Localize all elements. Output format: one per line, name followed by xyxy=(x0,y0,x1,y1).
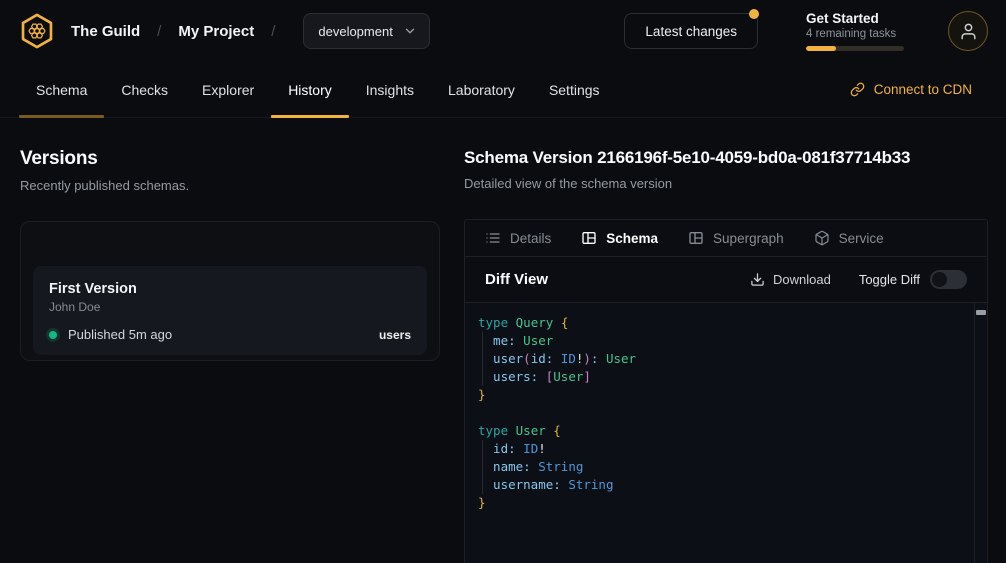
target-selector[interactable]: development xyxy=(303,13,429,49)
schema-version-title: Schema Version 2166196f-5e10-4059-bd0a-0… xyxy=(464,148,988,168)
version-list-item[interactable]: First Version John Doe Published 5m ago … xyxy=(33,266,427,355)
code-line: me: User xyxy=(478,332,963,350)
code-line: } xyxy=(478,494,963,512)
hive-logo-icon[interactable] xyxy=(18,12,56,50)
versions-title: Versions xyxy=(20,148,440,170)
link-icon xyxy=(850,82,865,97)
versions-column: Versions Recently published schemas. Fir… xyxy=(20,148,440,563)
tab-schema[interactable]: Schema xyxy=(19,62,104,117)
code-line: type Query { xyxy=(478,314,963,332)
cube-icon xyxy=(814,230,830,246)
versions-card: First Version John Doe Published 5m ago … xyxy=(20,221,440,361)
panel-tab-service[interactable]: Service xyxy=(814,230,884,246)
target-selector-value: development xyxy=(318,24,392,39)
tab-history[interactable]: History xyxy=(271,62,349,117)
version-service-badge: users xyxy=(379,328,411,342)
app-header: The Guild / My Project / development Lat… xyxy=(0,0,1006,62)
get-started-widget[interactable]: Get Started 4 remaining tasks xyxy=(806,11,904,51)
code-line: } xyxy=(478,386,963,404)
diff-toolbar: Diff View Download Toggle Diff xyxy=(465,257,987,303)
tab-laboratory[interactable]: Laboratory xyxy=(431,62,532,117)
code-line: username: String xyxy=(478,476,963,494)
get-started-subtitle: 4 remaining tasks xyxy=(806,28,904,40)
connect-cdn-link[interactable]: Connect to CDN xyxy=(850,62,972,117)
panel-tab-label: Supergraph xyxy=(713,231,784,246)
panel-tab-label: Details xyxy=(510,231,551,246)
columns-icon xyxy=(581,230,597,246)
user-icon xyxy=(959,22,978,41)
list-icon xyxy=(485,230,501,246)
toggle-diff-control: Toggle Diff xyxy=(859,270,967,289)
latest-changes-button[interactable]: Latest changes xyxy=(624,13,758,49)
code-line: users: [User] xyxy=(478,368,963,386)
columns-icon xyxy=(688,230,704,246)
schema-code-viewer[interactable]: type Query { me: User user(id: ID!): Use… xyxy=(465,303,987,563)
chevron-down-icon xyxy=(403,24,417,38)
code-line: name: String xyxy=(478,458,963,476)
main-content: Versions Recently published schemas. Fir… xyxy=(0,118,1006,563)
panel-tab-label: Schema xyxy=(606,231,658,246)
download-icon xyxy=(750,272,765,287)
code-line xyxy=(478,404,963,422)
switch-knob xyxy=(932,272,947,287)
panel-tab-details[interactable]: Details xyxy=(485,230,551,246)
latest-changes-label: Latest changes xyxy=(645,24,737,39)
panel-tab-supergraph[interactable]: Supergraph xyxy=(688,230,784,246)
code-lines: type Query { me: User user(id: ID!): Use… xyxy=(478,314,963,512)
breadcrumb-separator: / xyxy=(271,23,275,40)
connect-cdn-label: Connect to CDN xyxy=(874,82,972,97)
versions-subtitle: Recently published schemas. xyxy=(20,178,440,193)
code-scrollbar-thumb[interactable] xyxy=(976,310,986,315)
toggle-diff-label: Toggle Diff xyxy=(859,272,920,287)
breadcrumb: The Guild / My Project / xyxy=(71,23,275,40)
diff-actions: Download Toggle Diff xyxy=(750,270,967,289)
panel-tab-schema[interactable]: Schema xyxy=(581,230,658,246)
code-line: type User { xyxy=(478,422,963,440)
tab-insights[interactable]: Insights xyxy=(349,62,431,117)
panel-tabs: Details Schema Sup xyxy=(465,220,987,257)
code-scrollbar[interactable] xyxy=(974,303,987,563)
breadcrumb-org[interactable]: The Guild xyxy=(71,23,140,40)
code-line: id: ID! xyxy=(478,440,963,458)
schema-version-subtitle: Detailed view of the schema version xyxy=(464,176,988,191)
get-started-title: Get Started xyxy=(806,11,904,26)
tab-checks[interactable]: Checks xyxy=(104,62,185,117)
user-avatar[interactable] xyxy=(948,11,988,51)
version-status: Published 5m ago xyxy=(68,327,172,342)
breadcrumb-separator: / xyxy=(157,23,161,40)
breadcrumb-project[interactable]: My Project xyxy=(178,23,254,40)
tab-settings[interactable]: Settings xyxy=(532,62,617,117)
notification-dot xyxy=(749,9,759,19)
toggle-diff-switch[interactable] xyxy=(930,270,967,289)
main-nav: Schema Checks Explorer History Insights … xyxy=(0,62,1006,118)
get-started-progress xyxy=(806,46,904,51)
tab-explorer[interactable]: Explorer xyxy=(185,62,271,117)
download-label: Download xyxy=(773,272,831,287)
diff-view-title: Diff View xyxy=(485,271,548,288)
version-author: John Doe xyxy=(49,300,411,314)
schema-version-column: Schema Version 2166196f-5e10-4059-bd0a-0… xyxy=(464,148,988,563)
published-status-icon xyxy=(49,331,57,339)
code-line: user(id: ID!): User xyxy=(478,350,963,368)
get-started-progress-fill xyxy=(806,46,836,51)
schema-version-panel: Details Schema Sup xyxy=(464,219,988,563)
download-button[interactable]: Download xyxy=(750,272,831,287)
version-name: First Version xyxy=(49,281,411,297)
panel-tab-label: Service xyxy=(839,231,884,246)
version-status-row: Published 5m ago users xyxy=(49,327,411,342)
